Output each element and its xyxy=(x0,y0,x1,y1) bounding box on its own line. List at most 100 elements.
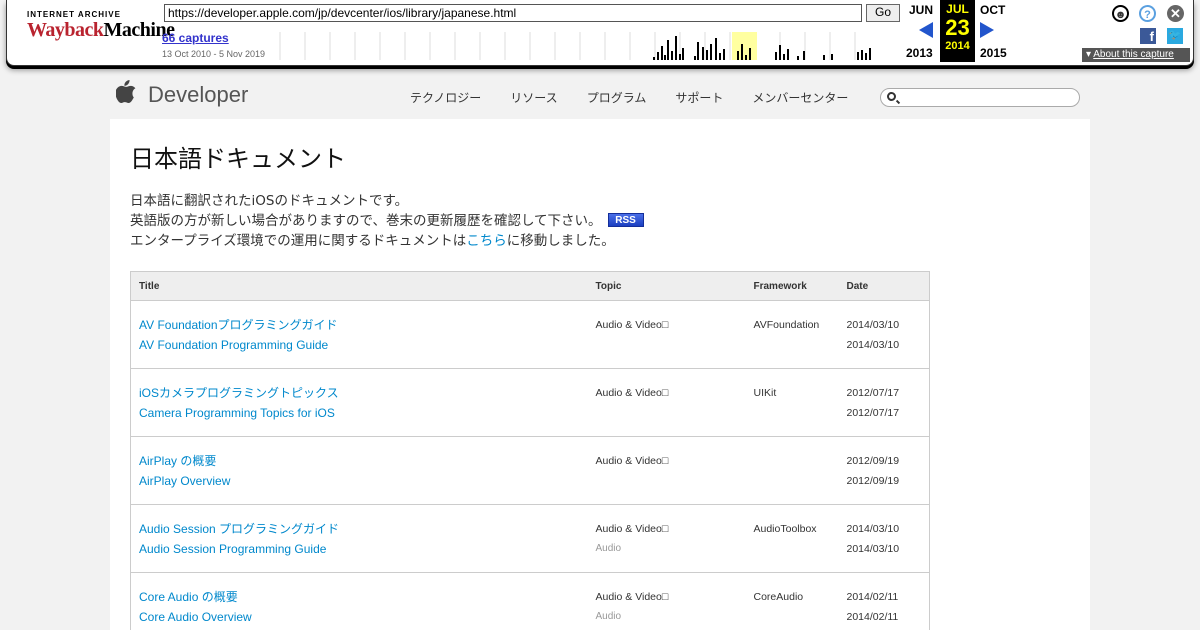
cell-title: Core Audio の概要 Core Audio Overview xyxy=(130,572,588,630)
col-topic[interactable]: Topic xyxy=(587,271,746,301)
cell-topic: Audio & Video□ xyxy=(587,368,746,437)
wayback-go-button[interactable]: Go xyxy=(866,4,900,22)
doc-link-en[interactable]: Core Audio Overview xyxy=(139,607,588,627)
sparkline-bar xyxy=(745,55,747,60)
rss-icon[interactable]: RSS xyxy=(607,213,644,227)
user-icon[interactable]: ☻ xyxy=(1112,5,1129,22)
intro-line-3-post: に移動しました。 xyxy=(506,233,615,249)
date-en: 2014/03/10 xyxy=(846,339,900,351)
cell-framework: AVFoundation xyxy=(745,300,839,369)
doc-link-en[interactable]: AV Foundation Programming Guide xyxy=(139,335,588,355)
cell-title: Audio Session プログラミングガイド Audio Session Pr… xyxy=(130,504,588,573)
current-capture: JUL 23 2014 xyxy=(940,0,975,62)
doc-link-ja[interactable]: Audio Session プログラミングガイド xyxy=(139,519,588,539)
intro-line-3-pre: エンタープライズ環境での運用に関するドキュメントは xyxy=(130,233,467,249)
wayback-logo[interactable]: INTERNET ARCHIVE WaybackMachine xyxy=(27,10,175,50)
close-icon[interactable]: ✕ xyxy=(1167,5,1184,22)
site-header: Developer テクノロジー リソース プログラム サポート メンバーセンタ… xyxy=(110,76,1090,118)
date-en: 2014/03/10 xyxy=(846,543,900,555)
main-nav: テクノロジー リソース プログラム サポート メンバーセンター xyxy=(410,89,877,106)
nav-technology[interactable]: テクノロジー xyxy=(410,89,481,106)
topic-text: Audio & Video□ xyxy=(595,387,669,399)
date-ja: 2012/09/19 xyxy=(846,455,900,467)
cell-date: 2014/03/10 2014/03/10 xyxy=(838,300,930,369)
doc-link-ja[interactable]: iOSカメラプログラミングトピックス xyxy=(139,383,588,403)
sparkline-bar xyxy=(667,40,669,60)
sparkline-bar xyxy=(679,54,681,60)
table-row: AirPlay の概要 AirPlay Overview Audio & Video… xyxy=(130,436,930,505)
doc-link-ja[interactable]: AV Foundationプログラミングガイド xyxy=(139,315,588,335)
intro-line-2-wrap: 英語版の方が新しい場合がありますので、巻末の更新履歴を確認して下さい。 RSS xyxy=(130,211,644,231)
next-capture-arrow-icon[interactable] xyxy=(980,22,994,38)
prev-capture-arrow-icon[interactable] xyxy=(919,22,933,38)
sparkline-bar xyxy=(869,48,871,60)
search-input[interactable] xyxy=(901,90,1071,105)
next-year[interactable]: 2015 xyxy=(980,46,1007,60)
doc-link-en[interactable]: Audio Session Programming Guide xyxy=(139,539,588,559)
framework-text: UIKit xyxy=(753,387,777,399)
framework-text: AudioToolbox xyxy=(753,523,817,535)
apple-logo-icon[interactable] xyxy=(116,80,136,104)
facebook-icon[interactable]: f xyxy=(1140,28,1156,44)
sparkline-bar xyxy=(857,52,859,60)
table-row: AV Foundationプログラミングガイド AV Foundation Pro… xyxy=(130,300,930,369)
wayback-url-input[interactable]: https://developer.apple.com/jp/devcenter… xyxy=(164,4,862,22)
about-capture-button[interactable]: ▾ About this capture xyxy=(1082,48,1190,62)
sparkline-bar xyxy=(741,44,743,60)
topic-text: Audio & Video□ xyxy=(595,319,669,331)
search-box xyxy=(880,88,1080,107)
brand-name[interactable]: Developer xyxy=(148,82,248,108)
table-row: Core Audio の概要 Core Audio Overview Audio &… xyxy=(130,572,930,630)
help-icon[interactable]: ? xyxy=(1139,5,1156,22)
sparkline-bar xyxy=(706,50,708,60)
next-month: OCT xyxy=(980,3,1006,17)
doc-link-en[interactable]: AirPlay Overview xyxy=(139,471,588,491)
sparkline-bar xyxy=(657,52,659,60)
sparkline-bar xyxy=(783,54,785,60)
cell-framework: AudioToolbox xyxy=(745,504,839,573)
wayback-logo-text: WaybackMachine xyxy=(27,19,175,41)
topic-text: Audio & Video□ xyxy=(595,591,669,603)
date-en: 2014/02/11 xyxy=(846,611,899,623)
sparkline-bar xyxy=(661,46,663,60)
date-en: 2012/09/19 xyxy=(846,475,900,487)
wayback-logo-a: Wayback xyxy=(27,19,104,41)
date-ja: 2014/03/10 xyxy=(846,523,900,535)
wayback-toolbar: INTERNET ARCHIVE WaybackMachine https://… xyxy=(6,0,1194,66)
doc-link-en[interactable]: Camera Programming Topics for iOS xyxy=(139,403,588,423)
nav-member-center[interactable]: メンバーセンター xyxy=(752,89,848,106)
sparkline-bar xyxy=(831,54,833,60)
date-en: 2012/07/17 xyxy=(846,407,900,419)
col-date[interactable]: Date xyxy=(838,271,930,301)
cell-topic: Audio & Video□ Audio xyxy=(587,504,746,573)
sparkline-bar xyxy=(803,51,805,60)
current-year: 2014 xyxy=(945,40,970,52)
capture-sparkline[interactable] xyxy=(275,32,875,60)
enterprise-docs-link[interactable]: こちら xyxy=(466,233,507,249)
nav-programs[interactable]: プログラム xyxy=(587,89,647,106)
doc-link-ja[interactable]: AirPlay の概要 xyxy=(139,451,588,471)
cell-date: 2014/03/10 2014/03/10 xyxy=(838,504,930,573)
prev-year[interactable]: 2013 xyxy=(906,46,933,60)
col-framework[interactable]: Framework xyxy=(745,271,839,301)
sparkline-bar xyxy=(694,56,696,60)
sparkline-bar xyxy=(664,55,666,60)
col-title[interactable]: Title xyxy=(130,271,588,301)
twitter-icon[interactable]: 🐦 xyxy=(1167,28,1183,44)
docs-table: Title Topic Framework Date AV Foundation… xyxy=(130,271,930,630)
cell-date: 2012/07/17 2012/07/17 xyxy=(838,368,930,437)
cell-topic: Audio & Video□ xyxy=(587,300,746,369)
date-ja: 2014/02/11 xyxy=(846,591,899,603)
sparkline-bar xyxy=(697,42,699,60)
captures-link[interactable]: 66 captures xyxy=(162,31,229,45)
main-content: 日本語ドキュメント 日本語に翻訳されたiOSのドキュメントです。 英語版の方が新… xyxy=(110,119,1090,630)
nav-support[interactable]: サポート xyxy=(675,89,723,106)
sparkline-bar xyxy=(775,52,777,60)
doc-link-ja[interactable]: Core Audio の概要 xyxy=(139,587,588,607)
table-body: AV Foundationプログラミングガイド AV Foundation Pro… xyxy=(130,300,930,630)
topic-text: Audio & Video□ xyxy=(595,523,669,535)
sparkline-bar xyxy=(861,50,863,60)
intro-line-3: エンタープライズ環境での運用に関するドキュメントはこちらに移動しました。 xyxy=(130,231,644,251)
nav-resources[interactable]: リソース xyxy=(510,89,557,106)
sparkline-bar xyxy=(702,47,704,60)
